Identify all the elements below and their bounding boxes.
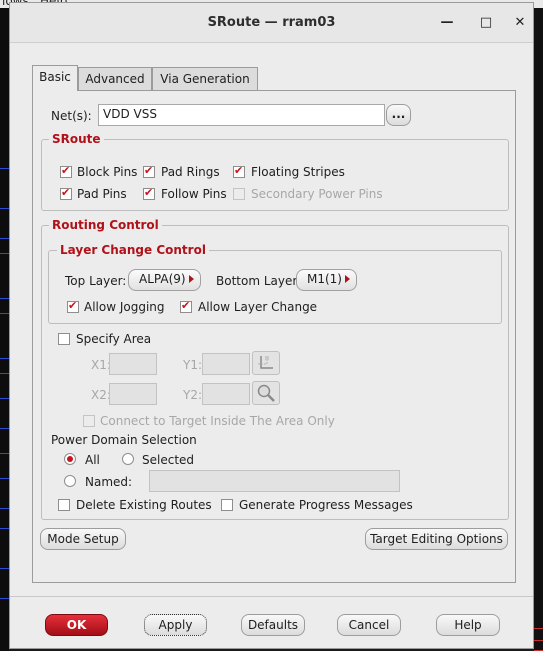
help-button[interactable]: Help (436, 614, 500, 636)
sroute-group-title: SRoute (49, 132, 104, 146)
target-editing-options-button[interactable]: Target Editing Options (365, 528, 508, 550)
specify-area-checkbox[interactable] (58, 333, 70, 345)
tab-via-generation-label: Via Generation (160, 72, 250, 86)
background-layout-left (0, 8, 9, 651)
zoom-area-button[interactable] (252, 381, 280, 405)
y2-label: Y2: (183, 388, 203, 402)
power-domain-named-input[interactable] (149, 470, 400, 492)
floating-stripes-checkbox[interactable] (233, 164, 245, 178)
tab-advanced-label: Advanced (85, 72, 145, 86)
nets-browse-button[interactable]: ... (386, 104, 411, 126)
dropdown-arrow-icon (189, 275, 194, 283)
block-pins-label: Block Pins (77, 165, 138, 179)
block-pins-checkbox[interactable] (60, 164, 72, 178)
top-layer-value: ALPA(9) (139, 272, 186, 286)
top-layer-label: Top Layer: (65, 274, 127, 288)
allow-jogging-label: Allow Jogging (84, 300, 165, 314)
generate-progress-label: Generate Progress Messages (239, 498, 413, 512)
follow-pins-checkbox[interactable] (143, 186, 155, 200)
dialog-separator (10, 596, 533, 597)
minimize-button[interactable]: — (437, 13, 457, 33)
top-layer-dropdown[interactable]: ALPA(9) (128, 269, 201, 291)
connect-target-label: Connect to Target Inside The Area Only (100, 414, 335, 428)
tab-basic[interactable]: Basic (32, 65, 78, 91)
delete-existing-routes-label: Delete Existing Routes (76, 498, 212, 512)
secondary-power-pins-checkbox[interactable] (233, 188, 245, 200)
allow-layer-change-label: Allow Layer Change (198, 300, 318, 314)
routing-control-title: Routing Control (49, 218, 162, 232)
x1-label: X1: (91, 358, 111, 372)
follow-pins-label: Follow Pins (161, 187, 227, 201)
cancel-button[interactable]: Cancel (337, 614, 401, 636)
power-domain-named-label: Named: (85, 475, 133, 489)
power-domain-all-label: All (85, 453, 100, 467)
mode-setup-button[interactable]: Mode Setup (40, 528, 126, 550)
area-select-button[interactable] (252, 351, 280, 375)
power-domain-all-radio[interactable] (64, 453, 76, 465)
power-domain-label: Power Domain Selection (51, 433, 197, 447)
dropdown-arrow-icon (345, 275, 350, 283)
specify-area-label: Specify Area (76, 332, 152, 346)
generate-progress-checkbox[interactable] (221, 499, 233, 511)
allow-layer-change-checkbox[interactable] (180, 299, 192, 313)
floating-stripes-label: Floating Stripes (251, 165, 345, 179)
x2-input[interactable] (109, 383, 157, 405)
pad-rings-label: Pad Rings (161, 165, 220, 179)
title-bar[interactable]: SRoute — rram03 — □ ✕ (10, 3, 533, 43)
allow-jogging-checkbox[interactable] (67, 299, 79, 313)
zoom-area-icon (257, 384, 275, 402)
nets-input[interactable]: VDD VSS (98, 104, 385, 126)
delete-existing-routes-checkbox[interactable] (58, 499, 70, 511)
layer-change-title: Layer Change Control (57, 243, 209, 257)
nets-label: Net(s): (51, 109, 92, 123)
area-select-icon (258, 356, 273, 369)
close-button[interactable]: ✕ (510, 13, 530, 33)
tab-advanced[interactable]: Advanced (78, 67, 152, 90)
ok-button[interactable]: OK (45, 614, 108, 636)
x1-input[interactable] (109, 353, 157, 375)
bottom-layer-label: Bottom Layer: (216, 274, 302, 288)
maximize-button[interactable]: □ (476, 13, 496, 33)
tab-via-generation[interactable]: Via Generation (152, 67, 258, 90)
power-domain-selected-label: Selected (142, 453, 195, 467)
y2-input[interactable] (202, 383, 250, 405)
power-domain-named-radio[interactable] (64, 475, 76, 487)
background-layout-right (534, 8, 543, 651)
bottom-layer-dropdown[interactable]: M1(1) (296, 269, 357, 291)
defaults-button[interactable]: Defaults (241, 614, 305, 636)
bottom-layer-value: M1(1) (307, 272, 342, 286)
y1-input[interactable] (202, 353, 250, 375)
apply-button[interactable]: Apply (144, 614, 207, 636)
x2-label: X2: (91, 388, 111, 402)
basic-tab-panel: Net(s): VDD VSS ... SRoute Block Pins Pa… (32, 90, 516, 583)
power-domain-selected-radio[interactable] (122, 453, 134, 465)
pad-pins-label: Pad Pins (77, 187, 127, 201)
pad-rings-checkbox[interactable] (143, 164, 155, 178)
tab-basic-label: Basic (39, 70, 71, 84)
pad-pins-checkbox[interactable] (60, 186, 72, 200)
sroute-dialog: SRoute — rram03 — □ ✕ Basic Advanced Via… (9, 2, 534, 649)
y1-label: Y1: (183, 358, 203, 372)
secondary-power-pins-label: Secondary Power Pins (251, 187, 383, 201)
connect-target-checkbox[interactable] (83, 415, 95, 427)
